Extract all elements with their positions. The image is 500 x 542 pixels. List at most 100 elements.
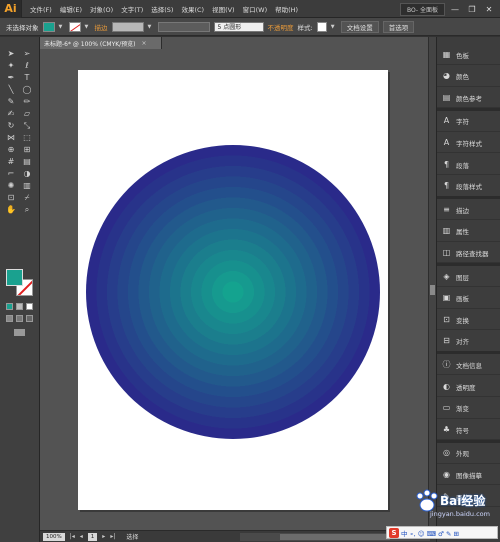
document-tab[interactable]: 未标题-6* @ 100% (CMYK/预览) × <box>40 37 162 49</box>
selection-tool-icon[interactable]: ➤ <box>4 49 18 59</box>
blend-tool-icon[interactable]: ◑ <box>20 169 34 179</box>
blob-brush-tool-icon[interactable]: ✍ <box>4 109 18 119</box>
menu-item[interactable]: 编辑(E) <box>56 4 86 14</box>
color-mode-button[interactable] <box>6 303 13 310</box>
panel-item[interactable]: ¶ 段落样式 <box>437 177 500 197</box>
variable-width-field[interactable] <box>157 21 210 32</box>
ime-toolbar[interactable]: S 中 ∘, ☺ ⌨ ♂ ✎ ⊞ <box>386 526 498 539</box>
document-setup-button[interactable]: 文档设置 <box>340 20 379 33</box>
panel-item[interactable]: ⓘ 文档信息 <box>437 355 500 376</box>
horizontal-scroll-thumb[interactable] <box>280 534 390 540</box>
draw-inside-button[interactable] <box>26 315 33 322</box>
panel-item[interactable]: ♣ 符号 <box>437 420 500 441</box>
character-styles-icon: A <box>443 137 450 147</box>
stroke-swatch[interactable] <box>68 21 81 32</box>
menu-item[interactable]: 效果(C) <box>177 4 208 14</box>
line-tool-icon[interactable]: ╲ <box>4 85 18 95</box>
panel-item[interactable]: ▭ 渐变 <box>437 399 500 419</box>
page-field[interactable]: 1 <box>87 532 98 541</box>
panel-item[interactable]: A 字符 <box>437 112 500 132</box>
direct-selection-tool-icon[interactable]: ➢ <box>20 49 34 59</box>
style-swatch[interactable] <box>316 21 327 32</box>
shape-builder-tool-icon[interactable]: ⊕ <box>4 145 18 155</box>
sogou-ime-icon[interactable]: S <box>389 527 399 538</box>
next-page-icon[interactable]: ▸ <box>102 533 105 540</box>
workspace-switcher[interactable]: BO- 全面板 <box>400 2 445 16</box>
draw-behind-button[interactable] <box>16 315 23 322</box>
menu-item[interactable]: 视图(V) <box>208 4 239 14</box>
eraser-tool-icon[interactable]: ▱ <box>20 109 34 119</box>
column-graph-tool-icon[interactable]: ▥ <box>20 181 34 191</box>
fill-stroke-widget[interactable] <box>6 269 34 297</box>
vertical-scroll-thumb[interactable] <box>430 285 435 295</box>
panel-item[interactable]: ◫ 路径查找器 <box>437 243 500 264</box>
stroke-dropdown-icon[interactable]: ▼ <box>85 22 91 32</box>
panel-item[interactable]: ▤ 颜色参考 <box>437 88 500 109</box>
slice-tool-icon[interactable]: ⌿ <box>20 193 34 203</box>
preferences-button[interactable]: 首选项 <box>382 20 415 33</box>
panel-item[interactable]: ◈ 图层 <box>437 267 500 287</box>
stroke-weight-field[interactable] <box>111 21 144 32</box>
menu-item[interactable]: 帮助(H) <box>271 4 302 14</box>
panel-item[interactable]: ≡ 描边 <box>437 200 500 221</box>
opacity-label[interactable]: 不透明度 <box>268 22 294 32</box>
fill-dropdown-icon[interactable]: ▼ <box>59 22 65 32</box>
gradient-circle[interactable] <box>86 145 380 439</box>
lasso-tool-icon[interactable]: ℓ <box>20 61 34 71</box>
screen-mode-icon[interactable] <box>14 329 25 336</box>
panel-item[interactable]: ¶ 段落 <box>437 155 500 175</box>
first-page-icon[interactable]: |◂ <box>70 533 75 540</box>
panel-item[interactable]: ▥ 属性 <box>437 222 500 242</box>
pen-tool-icon[interactable]: ✒ <box>4 73 18 83</box>
type-tool-icon[interactable]: T <box>20 73 34 83</box>
none-mode-button[interactable] <box>26 303 33 310</box>
scale-tool-icon[interactable]: ⤡ <box>20 121 34 131</box>
menu-item[interactable]: 窗口(W) <box>239 4 272 14</box>
panel-item[interactable]: ◐ 透明度 <box>437 377 500 397</box>
artboard[interactable] <box>78 70 388 510</box>
last-page-icon[interactable]: ▸| <box>110 533 115 540</box>
mesh-tool-icon[interactable]: # <box>4 157 18 167</box>
menu-item[interactable]: 选择(S) <box>147 4 177 14</box>
menu-item[interactable]: 文件(F) <box>26 4 56 14</box>
zoom-field[interactable]: 100% <box>43 532 65 541</box>
gradient-tool-icon[interactable]: ▤ <box>20 157 34 167</box>
gradient-mode-button[interactable] <box>16 303 23 310</box>
hand-tool-icon[interactable]: ✋ <box>4 205 18 215</box>
style-dropdown-icon[interactable]: ▼ <box>331 22 337 32</box>
draw-normal-button[interactable] <box>6 315 13 322</box>
stroke-weight-dropdown-icon[interactable]: ▼ <box>148 22 154 32</box>
restore-button[interactable]: ❐ <box>465 3 479 15</box>
panel-item[interactable]: ◕ 颜色 <box>437 67 500 87</box>
panel-item[interactable]: ⊡ 变换 <box>437 310 500 331</box>
magic-wand-tool-icon[interactable]: ✦ <box>4 61 18 71</box>
paintbrush-tool-icon[interactable]: ✎ <box>4 97 18 107</box>
close-tab-icon[interactable]: × <box>142 40 147 47</box>
brush-field[interactable]: 5 点圆形 <box>213 21 264 32</box>
symbol-sprayer-tool-icon[interactable]: ✺ <box>4 181 18 191</box>
fill-swatch[interactable] <box>42 21 55 32</box>
prev-page-icon[interactable]: ◂ <box>80 533 83 540</box>
rotate-tool-icon[interactable]: ↻ <box>4 121 18 131</box>
close-button[interactable]: ✕ <box>482 3 496 15</box>
menu-item[interactable]: 文字(T) <box>117 4 147 14</box>
vertical-scrollbar[interactable] <box>428 37 436 530</box>
panel-item[interactable]: ▦ 色板 <box>437 45 500 65</box>
minimize-button[interactable]: — <box>448 3 462 15</box>
free-transform-tool-icon[interactable]: ⬚ <box>20 133 34 143</box>
ellipse-tool-icon[interactable]: ◯ <box>20 85 34 95</box>
eyedropper-tool-icon[interactable]: ⌐ <box>4 169 18 179</box>
panel-item[interactable]: ▣ 画板 <box>437 289 500 309</box>
perspective-grid-tool-icon[interactable]: ⊞ <box>20 145 34 155</box>
artboard-tool-icon[interactable]: ⊡ <box>4 193 18 203</box>
panel-item[interactable]: A 字符样式 <box>437 133 500 154</box>
panel-item[interactable]: ⊟ 对齐 <box>437 332 500 352</box>
panel-item[interactable]: ◎ 外观 <box>437 444 500 464</box>
zoom-tool-icon[interactable]: ⌕ <box>20 205 34 215</box>
width-tool-icon[interactable]: ⋈ <box>4 133 18 143</box>
stroke-label[interactable]: 描边 <box>95 22 108 32</box>
fill-color-box[interactable] <box>6 269 23 286</box>
pencil-tool-icon[interactable]: ✏ <box>20 97 34 107</box>
menu-item[interactable]: 对象(O) <box>86 4 117 14</box>
panel-item[interactable]: ◉ 图像描摹 <box>437 465 500 486</box>
